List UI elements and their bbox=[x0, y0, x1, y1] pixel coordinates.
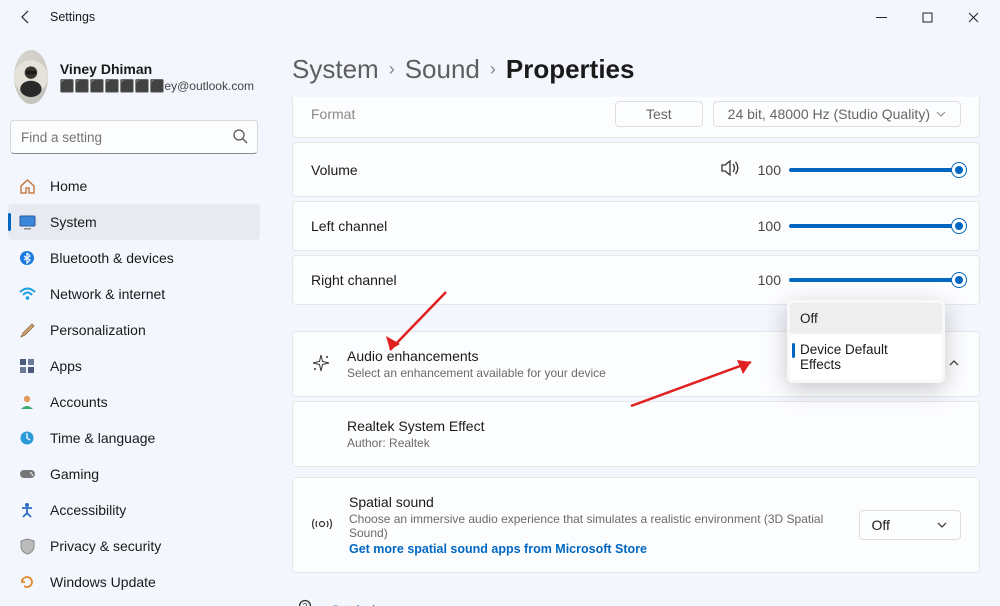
volume-slider[interactable] bbox=[789, 168, 961, 172]
update-icon bbox=[18, 573, 36, 591]
user-email: ⬛⬛⬛⬛⬛⬛⬛ey@outlook.com bbox=[60, 79, 254, 93]
dropdown-option-default[interactable]: Device Default Effects bbox=[790, 334, 942, 380]
maximize-button[interactable] bbox=[904, 1, 950, 33]
get-help-link[interactable]: ? Get help bbox=[296, 593, 980, 606]
right-channel-row: Right channel 100 bbox=[292, 255, 980, 305]
shield-icon bbox=[18, 537, 36, 555]
window-title: Settings bbox=[50, 10, 95, 24]
chevron-right-icon: › bbox=[490, 59, 496, 80]
paintbrush-icon bbox=[18, 321, 36, 339]
spatial-sound-row: Spatial sound Choose an immersive audio … bbox=[292, 477, 980, 573]
left-channel-row: Left channel 100 bbox=[292, 201, 980, 251]
breadcrumb-system[interactable]: System bbox=[292, 54, 379, 85]
maximize-icon bbox=[922, 12, 933, 23]
sparkle-icon bbox=[311, 353, 331, 376]
wifi-icon bbox=[18, 285, 36, 303]
page-title: Properties bbox=[506, 54, 635, 85]
close-button[interactable] bbox=[950, 1, 996, 33]
speaker-icon[interactable] bbox=[721, 159, 741, 180]
sidebar-item-personalization[interactable]: Personalization bbox=[8, 312, 260, 348]
sidebar-item-label: System bbox=[50, 214, 97, 230]
sidebar-item-label: Windows Update bbox=[50, 574, 156, 590]
right-channel-label: Right channel bbox=[311, 272, 397, 288]
gamepad-icon bbox=[18, 465, 36, 483]
realtek-title: Realtek System Effect bbox=[347, 418, 961, 434]
sidebar-item-accounts[interactable]: Accounts bbox=[8, 384, 260, 420]
sidebar-item-label: Time & language bbox=[50, 430, 155, 446]
sidebar-item-label: Network & internet bbox=[50, 286, 165, 302]
spatial-title: Spatial sound bbox=[349, 494, 843, 510]
spatial-select[interactable]: Off bbox=[859, 510, 961, 540]
search-input[interactable] bbox=[10, 120, 258, 154]
spatial-icon bbox=[311, 515, 333, 536]
avatar bbox=[14, 50, 48, 104]
svg-text:?: ? bbox=[303, 602, 308, 606]
right-channel-slider[interactable] bbox=[789, 278, 961, 282]
chevron-right-icon: › bbox=[389, 59, 395, 80]
sidebar-item-label: Personalization bbox=[50, 322, 146, 338]
chevron-down-icon bbox=[936, 109, 946, 119]
dropdown-option-off[interactable]: Off bbox=[790, 303, 942, 334]
minimize-button[interactable] bbox=[858, 1, 904, 33]
sidebar-item-accessibility[interactable]: Accessibility bbox=[8, 492, 260, 528]
sidebar-item-label: Privacy & security bbox=[50, 538, 161, 554]
sidebar-item-label: Apps bbox=[50, 358, 82, 374]
user-profile[interactable]: Viney Dhiman ⬛⬛⬛⬛⬛⬛⬛ey@outlook.com bbox=[8, 40, 260, 120]
audio-enhancements-row[interactable]: Audio enhancements Select an enhancement… bbox=[292, 331, 980, 397]
left-channel-slider[interactable] bbox=[789, 224, 961, 228]
realtek-effect-row[interactable]: Realtek System Effect Author: Realtek bbox=[292, 401, 980, 467]
sidebar-item-bluetooth[interactable]: Bluetooth & devices bbox=[8, 240, 260, 276]
sidebar-item-home[interactable]: Home bbox=[8, 168, 260, 204]
sidebar-item-label: Home bbox=[50, 178, 87, 194]
person-icon bbox=[18, 393, 36, 411]
sidebar-item-label: Accounts bbox=[50, 394, 108, 410]
format-select[interactable]: 24 bit, 48000 Hz (Studio Quality) bbox=[713, 101, 961, 127]
breadcrumb: System › Sound › Properties bbox=[292, 54, 980, 85]
arrow-left-icon bbox=[18, 9, 34, 25]
sidebar-item-apps[interactable]: Apps bbox=[8, 348, 260, 384]
test-button[interactable]: Test bbox=[615, 101, 703, 127]
accessibility-icon bbox=[18, 501, 36, 519]
minimize-icon bbox=[876, 12, 887, 23]
back-button[interactable] bbox=[12, 3, 40, 31]
volume-label: Volume bbox=[311, 162, 358, 178]
sidebar-item-gaming[interactable]: Gaming bbox=[8, 456, 260, 492]
sidebar-item-privacy[interactable]: Privacy & security bbox=[8, 528, 260, 564]
sidebar-item-network[interactable]: Network & internet bbox=[8, 276, 260, 312]
chevron-down-icon bbox=[936, 519, 948, 531]
format-label: Format bbox=[311, 106, 355, 122]
right-channel-value: 100 bbox=[751, 272, 781, 288]
enhancements-dropdown: Off Device Default Effects bbox=[787, 300, 945, 383]
home-icon bbox=[18, 177, 36, 195]
sidebar-item-system[interactable]: System bbox=[8, 204, 260, 240]
sidebar-item-update[interactable]: Windows Update bbox=[8, 564, 260, 600]
apps-icon bbox=[18, 357, 36, 375]
audio-enhancements-title: Audio enhancements bbox=[347, 348, 606, 364]
user-name: Viney Dhiman bbox=[60, 61, 254, 77]
spatial-sub: Choose an immersive audio experience tha… bbox=[349, 512, 843, 540]
help-icon: ? bbox=[298, 599, 316, 606]
left-channel-label: Left channel bbox=[311, 218, 387, 234]
spatial-store-link[interactable]: Get more spatial sound apps from Microso… bbox=[349, 542, 843, 556]
audio-enhancements-sub: Select an enhancement available for your… bbox=[347, 366, 606, 380]
globe-clock-icon bbox=[18, 429, 36, 447]
close-icon bbox=[968, 12, 979, 23]
volume-row: Volume 100 bbox=[292, 142, 980, 197]
sidebar-item-label: Accessibility bbox=[50, 502, 126, 518]
breadcrumb-sound[interactable]: Sound bbox=[405, 54, 480, 85]
system-icon bbox=[18, 213, 36, 231]
sidebar-item-label: Bluetooth & devices bbox=[50, 250, 174, 266]
bluetooth-icon bbox=[18, 249, 36, 267]
left-channel-value: 100 bbox=[751, 218, 781, 234]
format-row: Format Test 24 bit, 48000 Hz (Studio Qua… bbox=[292, 97, 980, 138]
realtek-author: Author: Realtek bbox=[347, 436, 961, 450]
sidebar-item-label: Gaming bbox=[50, 466, 99, 482]
sidebar-item-time[interactable]: Time & language bbox=[8, 420, 260, 456]
chevron-up-icon bbox=[947, 356, 961, 373]
volume-value: 100 bbox=[751, 162, 781, 178]
search-icon bbox=[232, 128, 248, 147]
